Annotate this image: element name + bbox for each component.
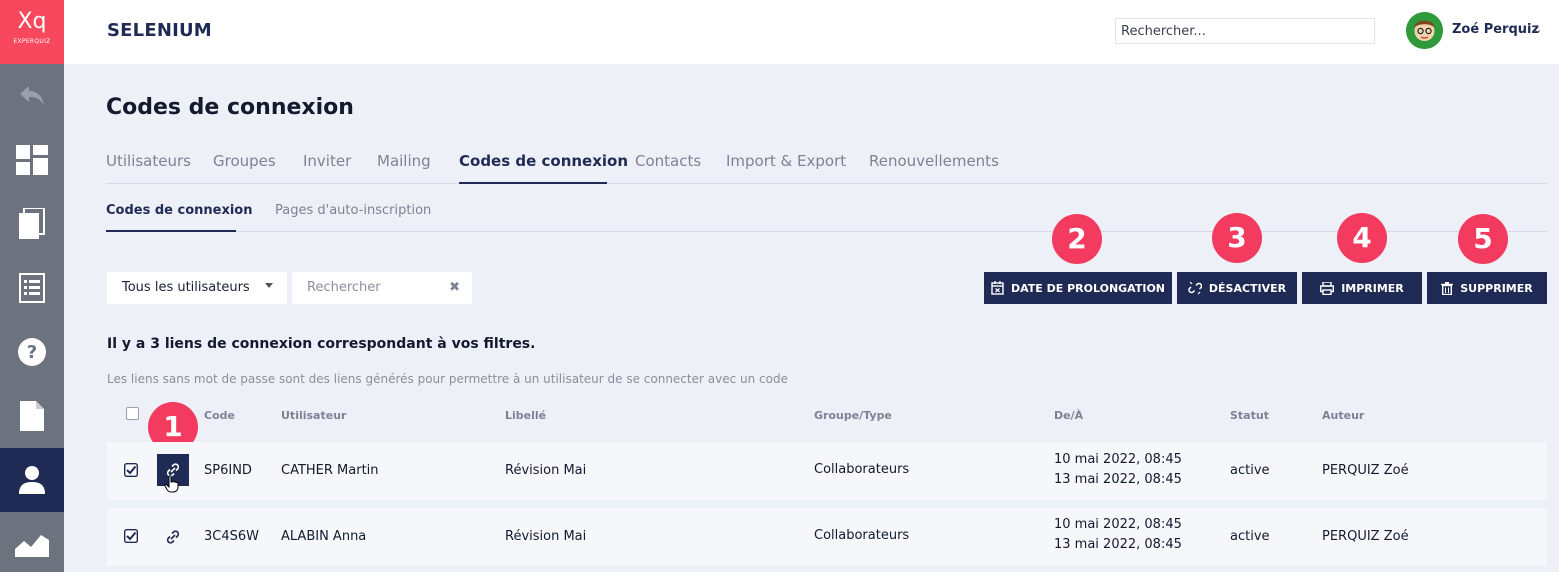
callout-badge-3: 3: [1212, 213, 1262, 263]
column-header-status[interactable]: Statut: [1230, 409, 1269, 422]
table-row[interactable]: SP6IND CATHER Martin Révision Mai Collab…: [107, 442, 1547, 500]
row-author: PERQUIZ Zoé: [1322, 463, 1409, 478]
active-tab-indicator: [459, 182, 607, 184]
avatar-image: [1406, 12, 1443, 49]
sidebar-item-back[interactable]: [0, 64, 64, 128]
logo-subtext: EXPERQUIZ: [13, 38, 51, 45]
user-filter-select[interactable]: Tous les utilisateurs: [107, 272, 287, 304]
row-code: 3C4S6W: [204, 529, 259, 544]
trash-icon: [1441, 281, 1454, 295]
column-header-user[interactable]: Utilisateur: [281, 409, 346, 422]
user-name[interactable]: Zoé Perquiz: [1452, 22, 1539, 37]
tab-contacts[interactable]: Contacts: [635, 152, 701, 170]
row-status: active: [1230, 463, 1270, 478]
callout-badge-2: 2: [1052, 214, 1102, 264]
row-date-from: 10 mai 2022, 08:45: [1054, 517, 1182, 532]
calendar-icon: [991, 281, 1004, 295]
row-checkbox-checked[interactable]: [124, 463, 138, 477]
subtab-pages-auto-inscription[interactable]: Pages d'auto-inscription: [275, 203, 431, 218]
subtab-codes-de-connexion[interactable]: Codes de connexion: [106, 203, 253, 218]
sidebar-item-dashboard[interactable]: [0, 128, 64, 192]
filter-search-input[interactable]: Rechercher ✖: [292, 272, 472, 304]
page-title: Codes de connexion: [106, 95, 354, 120]
list-icon: [19, 273, 45, 303]
tab-inviter[interactable]: Inviter: [303, 152, 351, 170]
delete-label: SUPPRIMER: [1460, 281, 1533, 295]
row-group: Collaborateurs: [814, 462, 910, 477]
printer-icon: [1320, 281, 1335, 295]
avatar[interactable]: [1406, 12, 1443, 49]
sidebar-item-list[interactable]: [0, 256, 64, 320]
row-code: SP6IND: [204, 463, 252, 478]
row-group: Collaborateurs: [814, 528, 910, 543]
callout-badge-4: 4: [1337, 213, 1387, 263]
app-title: SELENIUM: [107, 20, 212, 41]
tab-codes-de-connexion[interactable]: Codes de connexion: [459, 152, 628, 170]
tab-import-export[interactable]: Import & Export: [726, 152, 846, 170]
column-header-label[interactable]: Libellé: [505, 409, 546, 422]
tab-groupes[interactable]: Groupes: [213, 152, 276, 170]
main-tabs: Utilisateurs Groupes Inviter Mailing Cod…: [106, 150, 1547, 184]
stats-icon: [15, 535, 49, 557]
sidebar-item-documents[interactable]: [0, 192, 64, 256]
logo-text: Xq: [17, 9, 47, 34]
help-icon: ?: [18, 338, 46, 366]
column-header-author[interactable]: Auteur: [1322, 409, 1364, 422]
row-date-to: 13 mai 2022, 08:45: [1054, 472, 1182, 487]
tab-utilisateurs[interactable]: Utilisateurs: [106, 152, 191, 170]
copy-link-button[interactable]: [157, 521, 189, 553]
unlink-icon: [1188, 281, 1202, 295]
select-all-checkbox[interactable]: [126, 407, 139, 420]
row-user: CATHER Martin: [281, 463, 379, 478]
prolongation-date-button[interactable]: DATE DE PROLONGATION: [984, 272, 1172, 304]
chevron-down-icon[interactable]: ⌄: [1533, 23, 1542, 36]
link-icon: [166, 530, 180, 544]
row-label: Révision Mai: [505, 529, 587, 544]
top-bar: SELENIUM Zoé Perquiz ⌄: [64, 0, 1559, 64]
users-icon: [19, 466, 45, 494]
delete-button[interactable]: SUPPRIMER: [1427, 272, 1547, 304]
prolongation-date-label: DATE DE PROLONGATION: [1010, 281, 1165, 295]
hand-cursor-icon: [164, 475, 179, 493]
documents-icon: [19, 208, 45, 239]
active-subtab-indicator: [106, 230, 236, 232]
row-checkbox-checked[interactable]: [124, 529, 138, 543]
sidebar-item-stats[interactable]: [0, 512, 64, 572]
sidebar: Xq EXPERQUIZ ?: [0, 0, 64, 572]
table-header: Code Utilisateur Libellé Groupe/Type De/…: [107, 405, 1547, 431]
sidebar-item-users[interactable]: [0, 448, 64, 512]
tab-renouvellements[interactable]: Renouvellements: [869, 152, 999, 170]
sidebar-item-help[interactable]: ?: [0, 320, 64, 384]
row-author: PERQUIZ Zoé: [1322, 529, 1409, 544]
sidebar-item-file[interactable]: [0, 384, 64, 448]
deactivate-button[interactable]: DÉSACTIVER: [1177, 272, 1297, 304]
print-label: IMPRIMER: [1341, 281, 1404, 295]
filter-search-placeholder: Rechercher: [307, 280, 381, 295]
row-date-to: 13 mai 2022, 08:45: [1054, 537, 1182, 552]
row-date-from: 10 mai 2022, 08:45: [1054, 452, 1182, 467]
row-status: active: [1230, 529, 1270, 544]
result-count-text: Il y a 3 liens de connexion correspondan…: [107, 336, 536, 352]
dashboard-icon: [16, 145, 48, 175]
user-filter-value: Tous les utilisateurs: [122, 280, 250, 295]
column-header-code[interactable]: Code: [204, 409, 235, 422]
svg-text:?: ?: [27, 342, 37, 363]
print-button[interactable]: IMPRIMER: [1302, 272, 1422, 304]
callout-badge-5: 5: [1458, 214, 1508, 264]
global-search-input[interactable]: [1115, 18, 1375, 44]
column-header-dates[interactable]: De/À: [1054, 409, 1083, 422]
app-logo[interactable]: Xq EXPERQUIZ: [0, 0, 64, 64]
caret-down-icon: [265, 283, 273, 288]
file-icon: [20, 401, 44, 431]
tab-mailing[interactable]: Mailing: [377, 152, 431, 170]
row-label: Révision Mai: [505, 463, 587, 478]
row-user: ALABIN Anna: [281, 529, 367, 544]
column-header-group[interactable]: Groupe/Type: [814, 409, 892, 422]
back-icon: [20, 86, 44, 106]
sub-tabs: Codes de connexion Pages d'auto-inscript…: [106, 200, 1547, 232]
hint-text: Les liens sans mot de passe sont des lie…: [107, 372, 788, 386]
deactivate-label: DÉSACTIVER: [1208, 281, 1287, 295]
table-row[interactable]: 3C4S6W ALABIN Anna Révision Mai Collabor…: [107, 508, 1547, 566]
clear-search-icon[interactable]: ✖: [449, 280, 460, 295]
